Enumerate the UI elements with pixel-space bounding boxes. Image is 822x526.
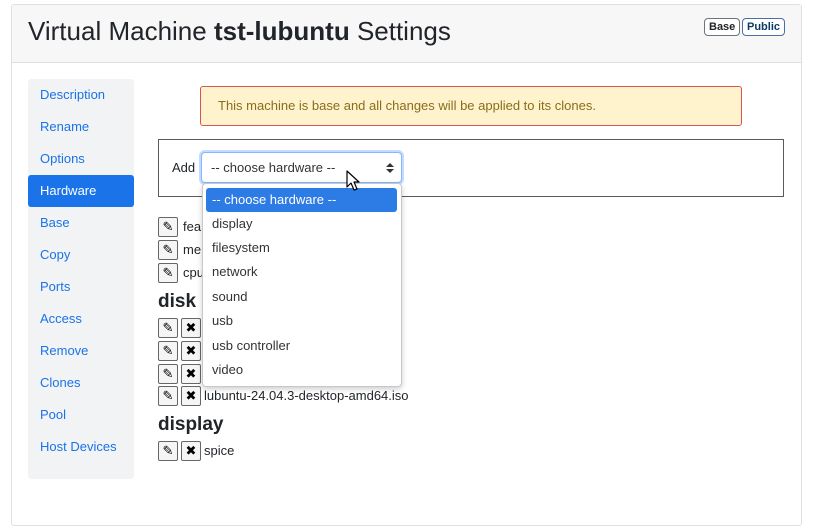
close-icon: ✖ — [185, 343, 197, 358]
option-sound[interactable]: sound — [206, 285, 397, 309]
public-badge: Public — [742, 18, 786, 36]
sidebar-item-hardware[interactable]: Hardware — [28, 175, 134, 207]
close-icon: ✖ — [185, 443, 197, 458]
pencil-icon: ✎ — [162, 443, 174, 458]
edit-button[interactable]: ✎ — [158, 364, 178, 384]
disk-item: lubuntu-24.04.3-desktop-amd64.iso — [204, 388, 409, 403]
sidebar-item-host-devices[interactable]: Host Devices — [28, 431, 134, 463]
display-heading: display — [158, 414, 224, 435]
disk-heading: disk — [158, 291, 197, 312]
option-choose-hardware[interactable]: -- choose hardware -- — [206, 188, 397, 212]
hardware-dropdown: -- choose hardware -- display filesystem… — [202, 183, 402, 387]
pencil-icon: ✎ — [162, 265, 174, 280]
add-label: Add — [172, 160, 196, 175]
sidebar-item-clones[interactable]: Clones — [28, 367, 134, 399]
pencil-icon: ✎ — [162, 388, 174, 403]
hardware-item: cpu — [183, 265, 204, 280]
pencil-icon: ✎ — [162, 366, 174, 381]
remove-button[interactable]: ✖ — [181, 364, 201, 384]
edit-button[interactable]: ✎ — [158, 441, 178, 461]
hardware-item: fea — [183, 219, 202, 234]
option-network[interactable]: network — [206, 260, 397, 284]
hardware-select-value: -- choose hardware -- — [211, 160, 336, 175]
base-badge: Base — [704, 18, 741, 36]
pencil-icon: ✎ — [162, 320, 174, 335]
sidebar-item-rename[interactable]: Rename — [28, 111, 134, 143]
edit-button[interactable]: ✎ — [158, 263, 178, 283]
display-item: spice — [204, 443, 235, 458]
remove-button[interactable]: ✖ — [181, 386, 201, 406]
pencil-icon: ✎ — [162, 343, 174, 358]
close-icon: ✖ — [185, 388, 197, 403]
vm-name: tst-lubuntu — [213, 16, 350, 46]
select-arrows-icon — [386, 153, 394, 182]
base-machine-alert: This machine is base and all changes wil… — [200, 86, 742, 126]
pencil-icon: ✎ — [162, 219, 174, 234]
close-icon: ✖ — [185, 366, 197, 381]
remove-button[interactable]: ✖ — [181, 441, 201, 461]
hardware-select[interactable]: -- choose hardware -- — [201, 152, 402, 183]
option-usb-controller[interactable]: usb controller — [206, 334, 397, 358]
edit-button[interactable]: ✎ — [158, 217, 178, 237]
remove-button[interactable]: ✖ — [181, 318, 201, 338]
title-prefix: Virtual Machine — [28, 16, 207, 46]
remove-button[interactable]: ✖ — [181, 341, 201, 361]
edit-button[interactable]: ✎ — [158, 240, 178, 260]
settings-sidebar: Description Rename Options Hardware Base… — [28, 79, 134, 479]
card-header: Virtual Machine tst-lubuntu Settings Bas… — [12, 5, 801, 63]
title-suffix: Settings — [356, 16, 451, 46]
edit-button[interactable]: ✎ — [158, 318, 178, 338]
sidebar-item-access[interactable]: Access — [28, 303, 134, 335]
sidebar-item-pool[interactable]: Pool — [28, 399, 134, 431]
edit-button[interactable]: ✎ — [158, 386, 178, 406]
close-icon: ✖ — [185, 320, 197, 335]
option-display[interactable]: display — [206, 212, 397, 236]
sidebar-item-copy[interactable]: Copy — [28, 239, 134, 271]
sidebar-item-options[interactable]: Options — [28, 143, 134, 175]
option-video[interactable]: video — [206, 358, 397, 382]
pencil-icon: ✎ — [162, 242, 174, 257]
sidebar-item-description[interactable]: Description — [28, 79, 134, 111]
page-title: Virtual Machine tst-lubuntu Settings — [28, 16, 451, 47]
option-filesystem[interactable]: filesystem — [206, 236, 397, 260]
sidebar-item-base[interactable]: Base — [28, 207, 134, 239]
hardware-item: me — [183, 242, 202, 257]
sidebar-item-remove[interactable]: Remove — [28, 335, 134, 367]
mouse-cursor-icon — [346, 170, 360, 191]
sidebar-item-ports[interactable]: Ports — [28, 271, 134, 303]
edit-button[interactable]: ✎ — [158, 341, 178, 361]
option-usb[interactable]: usb — [206, 309, 397, 333]
